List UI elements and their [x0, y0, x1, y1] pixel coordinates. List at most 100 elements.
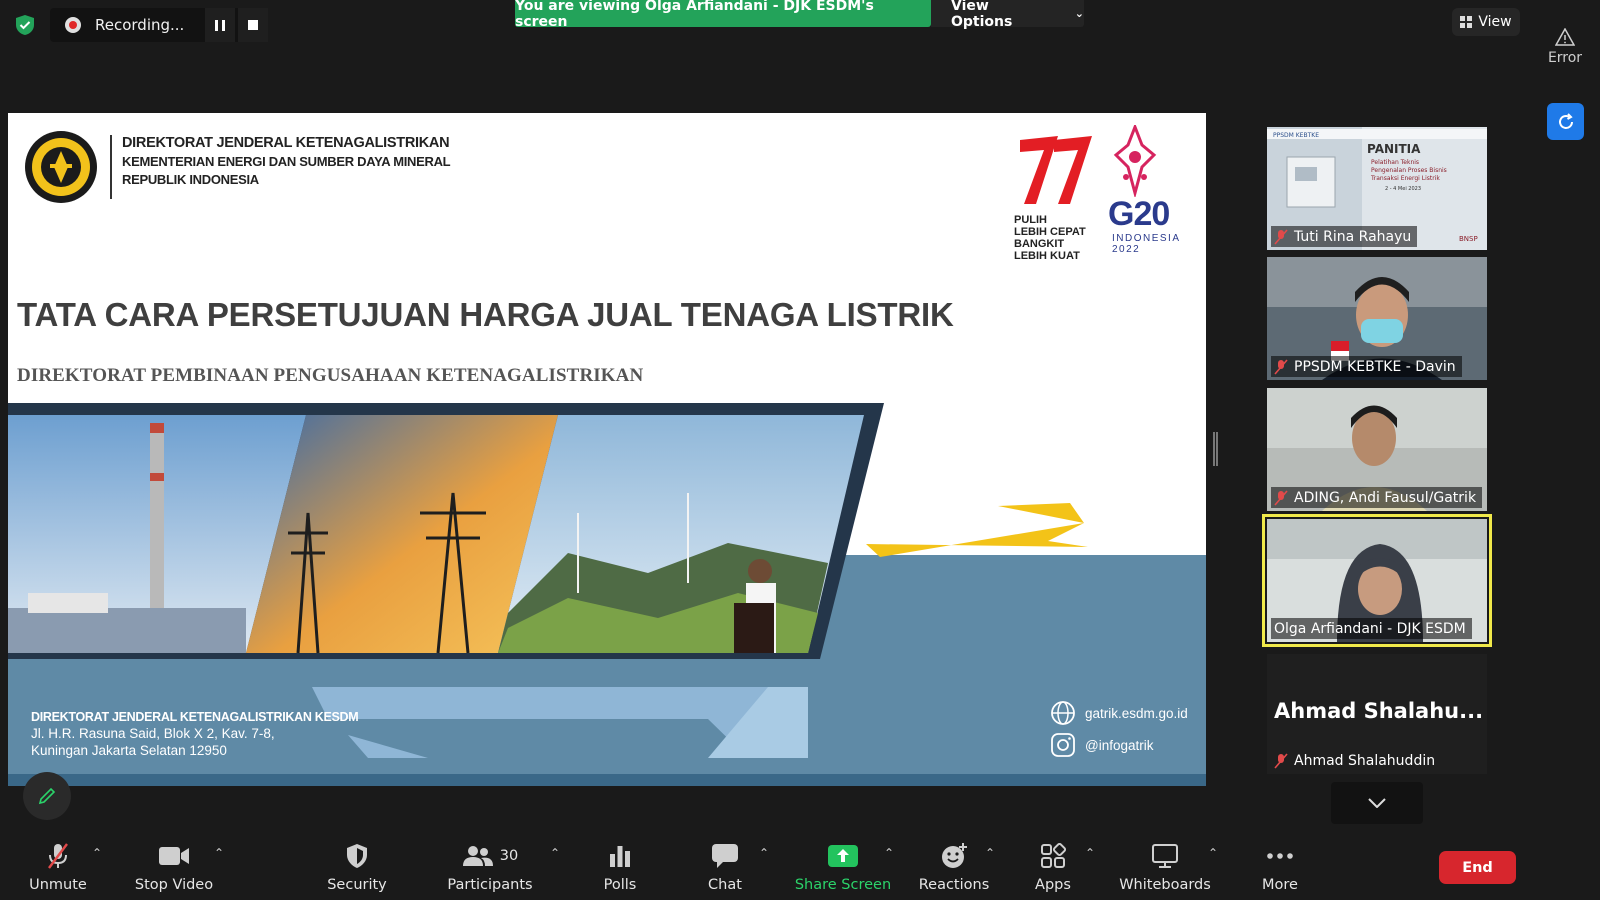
polls-button[interactable]: Polls	[598, 829, 642, 900]
thumb-brand: BNSP	[1459, 235, 1478, 243]
logo77-line-3: BANGKIT	[1014, 238, 1065, 250]
chat-label: Chat	[708, 877, 742, 893]
mic-muted-icon	[1274, 752, 1288, 769]
participant-tile[interactable]: PPSDM KEBTKE PANITIA Pelatihan Teknis Pe…	[1267, 127, 1487, 250]
panel-resize-handle[interactable]	[1213, 432, 1218, 466]
participant-tile[interactable]: ADING, Andi Fausul/Gatrik	[1267, 388, 1487, 511]
view-button[interactable]: View	[1452, 8, 1520, 36]
slide-org-header: DIREKTORAT JENDERAL KETENAGALISTRIKAN KE…	[122, 135, 451, 187]
chat-button[interactable]: Chat	[702, 829, 748, 900]
participant-name-tag: Olga Arfiandani - DJK ESDM	[1271, 618, 1472, 639]
participant-name: Tuti Rina Rahayu	[1294, 228, 1412, 245]
refresh-button[interactable]	[1547, 103, 1584, 140]
address-line-3: Kuningan Jakarta Selatan 12950	[31, 743, 227, 758]
polls-label: Polls	[603, 877, 637, 893]
meeting-toolbar: Unmute ⌃ Stop Video ⌃ Security 30 Partic…	[0, 829, 1600, 900]
address-line-2: Jl. H.R. Rasuna Said, Blok X 2, Kav. 7-8…	[31, 726, 275, 741]
g20-flower-icon	[1113, 125, 1157, 197]
thumb-title: PANITIA	[1367, 142, 1421, 156]
instagram-text: @infogatrik	[1085, 737, 1154, 753]
whiteboards-options-caret[interactable]: ⌃	[1208, 846, 1218, 860]
slide-subtitle: DIREKTORAT PEMBINAAN PENGUSAHAAN KETENAG…	[17, 365, 644, 386]
video-options-caret[interactable]: ⌃	[214, 846, 224, 860]
slide-address: DIREKTORAT JENDERAL KETENAGALISTRIKAN KE…	[31, 710, 359, 758]
address-line-1: DIREKTORAT JENDERAL KETENAGALISTRIKAN KE…	[31, 710, 359, 724]
participant-tile-no-video[interactable]: Ahmad Shalahu... Ahmad Shalahuddin	[1267, 654, 1487, 774]
shared-screen-slide: DIREKTORAT JENDERAL KETENAGALISTRIKAN KE…	[8, 113, 1206, 786]
view-options-button[interactable]: View Options ⌄	[931, 0, 1084, 30]
pencil-icon	[38, 787, 56, 805]
share-screen-label: Share Screen	[794, 877, 892, 893]
logo77-line-4: LEBIH KUAT	[1014, 250, 1080, 262]
apps-options-caret[interactable]: ⌃	[1085, 846, 1095, 860]
logo77-line-1: PULIH	[1014, 214, 1047, 226]
reactions-options-caret[interactable]: ⌃	[985, 846, 995, 860]
apps-button[interactable]: Apps	[1032, 829, 1074, 900]
stop-video-button[interactable]: Stop Video	[132, 829, 216, 900]
annotate-button[interactable]	[23, 772, 71, 820]
chat-options-caret[interactable]: ⌃	[759, 846, 769, 860]
whiteboards-label: Whiteboards	[1119, 877, 1211, 893]
participants-count: 30	[499, 848, 519, 864]
thumb-header: PPSDM KEBTKE	[1273, 132, 1319, 139]
pause-recording-button[interactable]	[205, 8, 235, 42]
thumb-sub-1: Pelatihan Teknis	[1371, 159, 1419, 166]
logo77-line-2: LEBIH CEPAT	[1014, 226, 1086, 238]
shield-icon	[347, 844, 367, 868]
org-line-1: DIREKTORAT JENDERAL KETENAGALISTRIKAN	[122, 135, 450, 151]
error-indicator[interactable]: Error	[1540, 27, 1590, 66]
share-screen-icon	[828, 845, 858, 867]
participants-button[interactable]: 30 Participants	[446, 829, 534, 900]
more-dots-icon	[1267, 853, 1293, 859]
unmute-button[interactable]: Unmute	[22, 829, 94, 900]
participants-options-caret[interactable]: ⌃	[550, 846, 560, 860]
unmute-label: Unmute	[29, 877, 87, 893]
apps-icon	[1041, 843, 1066, 868]
reactions-button[interactable]: Reactions	[918, 829, 990, 900]
pause-icon	[215, 19, 225, 31]
slide-contact: gatrik.esdm.go.id @infogatrik	[1050, 697, 1188, 761]
zoom-meeting-window: Recording... You are viewing Olga Arfian…	[0, 0, 1600, 900]
refresh-icon	[1558, 112, 1573, 129]
globe-icon	[1051, 701, 1075, 725]
polls-icon	[610, 846, 630, 867]
participant-tile[interactable]: PPSDM KEBTKE - Davin	[1267, 257, 1487, 380]
participant-tile-active-speaker[interactable]: Olga Arfiandani - DJK ESDM	[1262, 514, 1492, 647]
viewing-screen-banner: You are viewing Olga Arfiandani - DJK ES…	[515, 0, 931, 30]
stop-video-label: Stop Video	[134, 877, 214, 893]
participant-name: ADING, Andi Fausul/Gatrik	[1294, 489, 1477, 506]
security-button[interactable]: Security	[326, 829, 388, 900]
share-options-caret[interactable]: ⌃	[884, 846, 894, 860]
view-options-label: View Options	[951, 0, 1013, 30]
more-button[interactable]: More	[1258, 829, 1302, 900]
end-meeting-button[interactable]: End	[1439, 851, 1516, 884]
chevron-down-icon: ⌄	[1074, 7, 1084, 20]
participants-label: Participants	[447, 877, 533, 893]
encryption-shield-icon[interactable]	[14, 14, 36, 36]
org-line-3: REPUBLIK INDONESIA	[122, 172, 259, 187]
error-label: Error	[1547, 50, 1583, 66]
website-text: gatrik.esdm.go.id	[1085, 705, 1188, 721]
audio-options-caret[interactable]: ⌃	[92, 846, 102, 860]
share-screen-button[interactable]: Share Screen	[794, 829, 892, 900]
whiteboards-button[interactable]: Whiteboards	[1118, 829, 1212, 900]
apps-label: Apps	[1035, 877, 1071, 893]
org-line-2: KEMENTERIAN ENERGI DAN SUMBER DAYA MINER…	[122, 154, 451, 169]
participant-name-tag: PPSDM KEBTKE - Davin	[1271, 356, 1462, 377]
stop-icon	[248, 20, 258, 30]
participant-name-tag: ADING, Andi Fausul/Gatrik	[1271, 487, 1483, 508]
participant-display-name: Ahmad Shalahu...	[1274, 699, 1484, 723]
warning-icon	[1554, 27, 1576, 46]
participants-scroll-down-button[interactable]	[1331, 782, 1423, 824]
mic-muted-icon	[48, 843, 68, 869]
mic-muted-icon	[1274, 489, 1288, 506]
view-label: View	[1478, 14, 1512, 30]
mic-muted-icon	[1274, 358, 1288, 375]
thumb-sub-3: Transaksi Energi Listrik	[1370, 175, 1440, 182]
more-label: More	[1262, 877, 1298, 893]
stop-recording-button[interactable]	[238, 8, 268, 42]
participant-name: Ahmad Shalahuddin	[1294, 752, 1436, 769]
participant-name: Olga Arfiandani - DJK ESDM	[1274, 620, 1466, 637]
g20-text: G20	[1108, 195, 1170, 233]
participant-name-tag: Tuti Rina Rahayu	[1271, 226, 1418, 247]
